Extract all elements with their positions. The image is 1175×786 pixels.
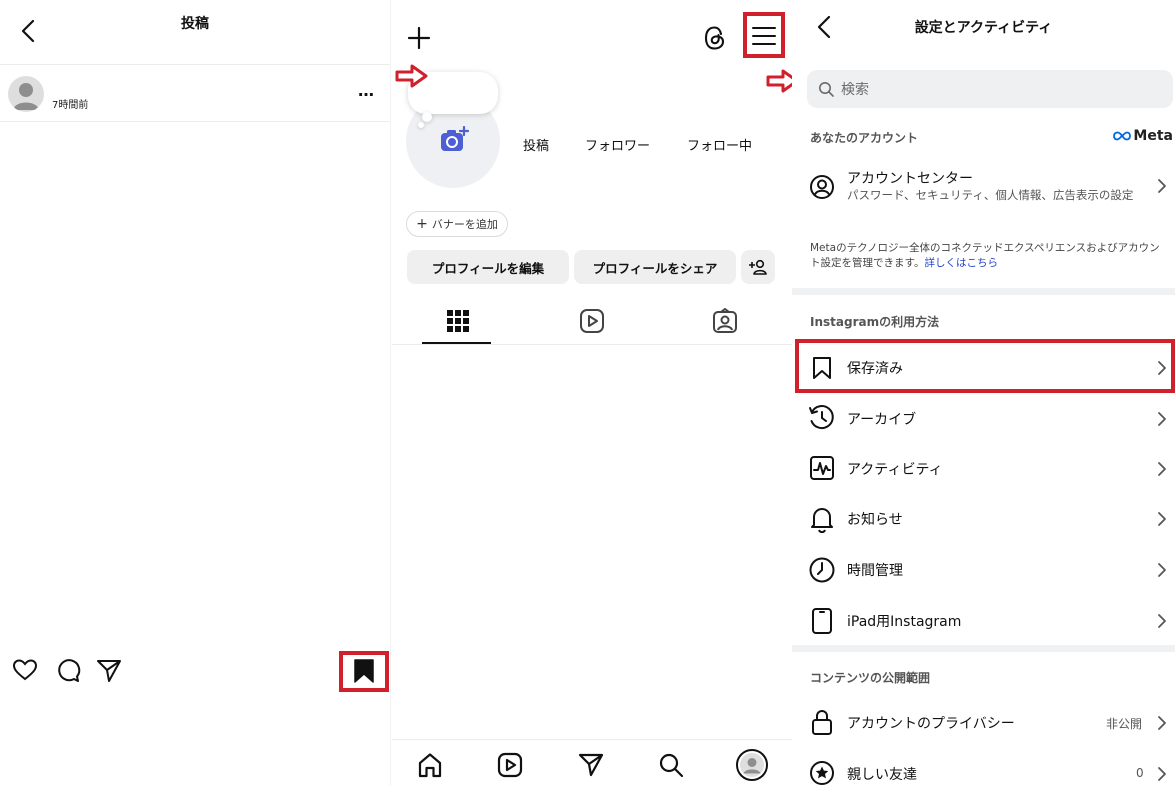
camera-add-icon[interactable] bbox=[439, 126, 469, 154]
chevron-right-icon bbox=[1158, 512, 1166, 526]
divider bbox=[392, 739, 792, 740]
account-center-title: アカウントセンター bbox=[847, 171, 973, 187]
settings-row-notifications[interactable]: お知らせ bbox=[792, 493, 1175, 543]
meta-infinity-icon bbox=[1113, 131, 1132, 141]
chevron-right-icon bbox=[1158, 179, 1166, 193]
post-screen: 投稿 7時間前 … bbox=[0, 0, 390, 786]
section-header: コンテンツの公開範囲 bbox=[810, 671, 931, 685]
panel-divider bbox=[390, 0, 391, 786]
meta-logo: Meta bbox=[1113, 128, 1173, 144]
chevron-right-icon bbox=[1158, 716, 1166, 730]
bell-icon bbox=[811, 508, 833, 533]
page-title: 投稿 bbox=[181, 16, 209, 32]
followers-label[interactable]: フォロワー bbox=[585, 135, 650, 154]
divider bbox=[0, 121, 390, 122]
more-options-icon[interactable]: … bbox=[358, 81, 375, 100]
settings-row-activity[interactable]: アクティビティ bbox=[792, 443, 1175, 493]
tagged-tab-icon[interactable] bbox=[712, 308, 738, 334]
divider bbox=[392, 344, 792, 345]
share-send-icon[interactable] bbox=[96, 658, 122, 684]
search-icon bbox=[819, 82, 834, 97]
add-banner-button[interactable]: + バナーを追加 bbox=[406, 211, 508, 237]
add-person-button[interactable] bbox=[741, 250, 775, 284]
archive-icon bbox=[809, 405, 834, 430]
post-timestamp: 7時間前 bbox=[52, 100, 89, 111]
grid-icon[interactable] bbox=[447, 310, 469, 332]
plus-icon: + bbox=[416, 216, 428, 232]
section-header: あなたのアカウント bbox=[810, 131, 919, 145]
direct-message-icon[interactable] bbox=[578, 752, 604, 778]
home-icon[interactable] bbox=[417, 752, 443, 778]
profile-screen: 投稿 フォロワー フォロー中 + バナーを追加 プロフィールを編集 プロフィール… bbox=[392, 0, 792, 786]
search-icon[interactable] bbox=[658, 752, 684, 778]
page-title: 設定とアクティビティ bbox=[914, 20, 1053, 36]
reels-tab-icon[interactable] bbox=[579, 308, 605, 334]
posts-count-label[interactable]: 投稿 bbox=[523, 135, 549, 154]
settings-row-ipad[interactable]: iPad用Instagram bbox=[792, 595, 1175, 645]
row-label: 時間管理 bbox=[847, 563, 903, 579]
star-icon bbox=[810, 761, 834, 785]
reels-icon[interactable] bbox=[497, 752, 523, 778]
section-divider bbox=[792, 288, 1175, 295]
settings-row-archive[interactable]: アーカイブ bbox=[792, 393, 1175, 443]
row-label: 親しい友達 bbox=[847, 767, 917, 783]
add-banner-label: バナーを追加 bbox=[431, 218, 498, 231]
avatar-placeholder-icon bbox=[740, 753, 764, 777]
chevron-right-icon bbox=[1158, 767, 1166, 781]
threads-icon[interactable] bbox=[703, 25, 727, 51]
heart-icon[interactable] bbox=[12, 658, 38, 682]
privacy-value: 非公開 bbox=[1106, 717, 1143, 731]
edit-profile-button[interactable]: プロフィールを編集 bbox=[407, 250, 569, 284]
saved-highlight-box bbox=[795, 339, 1175, 393]
section-header: Instagramの利用方法 bbox=[810, 315, 940, 329]
settings-row-close-friends[interactable]: 親しい友達 0 bbox=[792, 748, 1175, 786]
active-tab-indicator bbox=[422, 342, 491, 344]
row-label: お知らせ bbox=[847, 512, 903, 528]
note-bubble-tail bbox=[422, 112, 432, 122]
note-bubble-tail bbox=[418, 122, 424, 128]
chevron-right-icon bbox=[1158, 614, 1166, 628]
row-label: アーカイブ bbox=[847, 412, 917, 428]
search-input[interactable]: 検索 bbox=[807, 70, 1173, 108]
lock-icon bbox=[812, 710, 832, 735]
arrow-pointer-icon bbox=[395, 64, 428, 88]
avatar[interactable] bbox=[8, 76, 44, 112]
learn-more-link[interactable]: 詳しくはこちら bbox=[924, 257, 998, 269]
settings-row-time-management[interactable]: 時間管理 bbox=[792, 544, 1175, 594]
row-label: アクティビティ bbox=[847, 462, 943, 478]
following-label[interactable]: フォロー中 bbox=[687, 135, 752, 154]
add-person-icon bbox=[749, 259, 767, 275]
chevron-right-icon bbox=[1158, 412, 1166, 426]
divider bbox=[0, 64, 390, 65]
profile-tab-avatar[interactable] bbox=[736, 749, 768, 781]
close-friends-count: 0 bbox=[1136, 766, 1144, 780]
plus-icon[interactable] bbox=[407, 26, 431, 50]
search-placeholder: 検索 bbox=[841, 82, 869, 98]
chevron-right-icon bbox=[1158, 563, 1166, 577]
row-label: アカウントのプライバシー bbox=[847, 716, 1015, 732]
settings-row-account-privacy[interactable]: アカウントのプライバシー 非公開 bbox=[792, 697, 1175, 747]
account-center-subtitle: パスワード、セキュリティ、個人情報、広告表示の設定 bbox=[847, 188, 1134, 202]
user-circle-icon bbox=[810, 175, 834, 199]
chevron-right-icon bbox=[1158, 462, 1166, 476]
row-label: iPad用Instagram bbox=[847, 614, 962, 630]
settings-screen: 設定とアクティビティ 検索 あなたのアカウント Meta アカウントセンター パ… bbox=[792, 0, 1175, 786]
activity-icon bbox=[810, 456, 834, 480]
tablet-icon bbox=[812, 608, 832, 634]
share-profile-button[interactable]: プロフィールをシェア bbox=[574, 250, 736, 284]
hamburger-menu-icon[interactable] bbox=[752, 25, 776, 47]
bookmark-filled-icon[interactable] bbox=[353, 658, 375, 684]
clock-icon bbox=[809, 557, 835, 583]
meta-description: Metaのテクノロジー全体のコネクテッドエクスペリエンスおよびアカウント設定を管… bbox=[810, 242, 1160, 269]
section-divider bbox=[792, 645, 1175, 652]
comment-icon[interactable] bbox=[55, 658, 81, 684]
